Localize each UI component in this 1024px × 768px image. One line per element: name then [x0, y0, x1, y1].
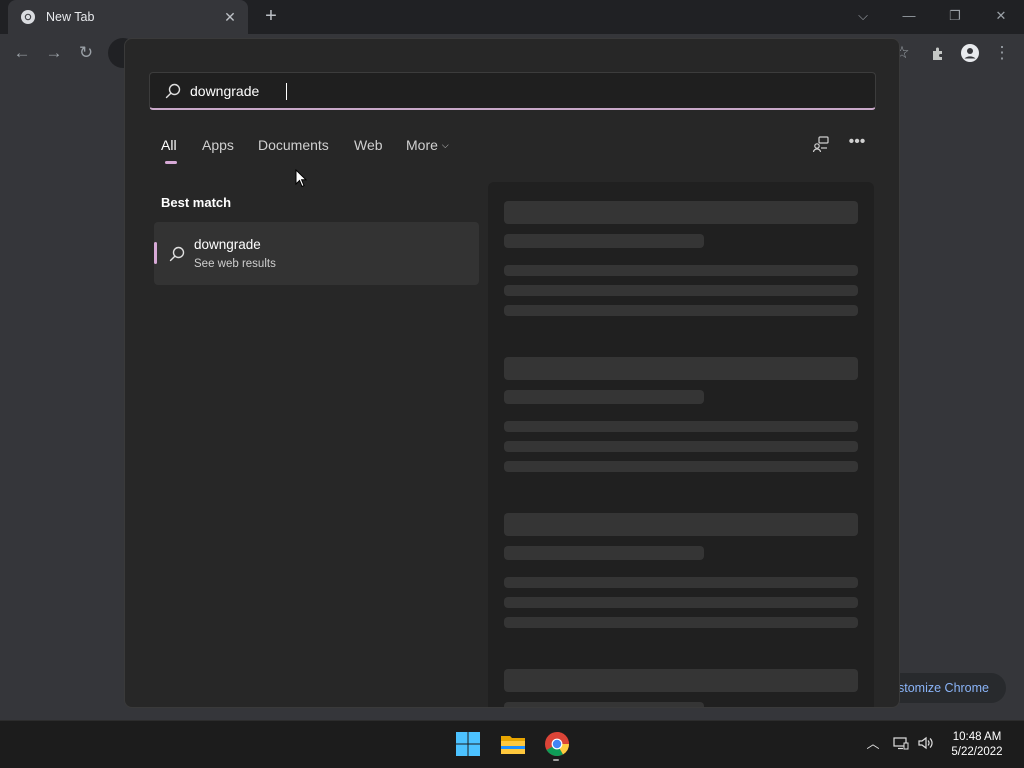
best-match-heading: Best match [161, 195, 232, 210]
tab-new-tab[interactable]: New Tab ✕ [8, 0, 248, 34]
active-tab-indicator [165, 161, 177, 164]
mouse-cursor-icon [295, 169, 307, 188]
tab-all[interactable]: All [161, 137, 177, 153]
chevron-up-icon[interactable]: ︿ [864, 735, 882, 753]
result-title: downgrade [194, 237, 261, 252]
search-history-icon[interactable] [811, 135, 831, 155]
tab-title: New Tab [46, 10, 95, 24]
chrome-icon[interactable] [544, 731, 570, 757]
skeleton-block [504, 265, 858, 276]
text-caret [286, 83, 287, 100]
skeleton-block [504, 305, 858, 316]
chevron-down-icon: ⌵ [441, 140, 449, 150]
tab-search-chevron-icon[interactable]: ⌵ [852, 5, 874, 27]
start-search-panel: All Apps Documents Web More⌵ ••• Best ma… [124, 38, 900, 708]
more-options-icon[interactable]: ••• [847, 134, 867, 155]
search-input[interactable] [190, 80, 850, 102]
start-icon[interactable] [455, 731, 481, 757]
skeleton-block [504, 441, 858, 452]
close-window-icon[interactable]: ✕ [990, 5, 1012, 27]
taskbar: ︿ 10:48 AM 5/22/2022 [0, 720, 1024, 768]
skeleton-block [504, 669, 858, 692]
restore-icon[interactable]: ❐ [944, 5, 966, 27]
tab-more-label: More [406, 137, 438, 153]
result-subtitle: See web results [194, 258, 276, 270]
clock-date: 5/22/2022 [951, 746, 1003, 758]
skeleton-block [504, 234, 704, 248]
skeleton-block [504, 546, 704, 560]
forward-icon[interactable]: → [42, 41, 66, 65]
skeleton-block [504, 597, 858, 608]
tab-close-icon[interactable]: ✕ [222, 9, 238, 26]
preview-pane-loading [488, 182, 874, 707]
file-explorer-icon[interactable] [500, 731, 526, 757]
tab-more[interactable]: More ⌵ [406, 137, 449, 153]
chrome-favicon-icon [21, 10, 35, 24]
clock-time: 10:48 AM [952, 731, 1002, 743]
skeleton-block [504, 285, 858, 296]
skeleton-block [504, 201, 858, 224]
profile-icon[interactable] [958, 41, 982, 65]
extensions-icon[interactable] [926, 41, 950, 65]
menu-kebab-icon[interactable]: ⋮ [990, 41, 1014, 65]
skeleton-block [504, 702, 704, 707]
skeleton-block [504, 513, 858, 536]
tab-apps[interactable]: Apps [202, 137, 234, 153]
new-tab-button[interactable]: + [260, 5, 282, 27]
tab-web[interactable]: Web [354, 137, 383, 153]
running-indicator [553, 759, 559, 761]
reload-icon[interactable]: ↻ [74, 41, 98, 65]
network-icon[interactable] [892, 735, 910, 753]
minimize-icon[interactable]: — [898, 5, 920, 27]
search-icon [165, 83, 181, 99]
volume-icon[interactable] [917, 735, 935, 753]
skeleton-block [504, 461, 858, 472]
back-icon[interactable]: ← [10, 41, 34, 65]
clock[interactable]: 10:48 AM 5/22/2022 [942, 730, 1012, 760]
tab-strip: New Tab ✕ + ⌵ — ❐ ✕ [0, 0, 1024, 34]
selection-accent [154, 242, 157, 264]
skeleton-block [504, 390, 704, 404]
skeleton-block [504, 617, 858, 628]
skeleton-block [504, 357, 858, 380]
skeleton-block [504, 421, 858, 432]
search-box[interactable] [149, 72, 876, 110]
skeleton-block [504, 577, 858, 588]
tab-documents[interactable]: Documents [258, 137, 329, 153]
best-match-result[interactable]: downgrade See web results [154, 222, 479, 285]
web-search-icon [169, 246, 185, 262]
